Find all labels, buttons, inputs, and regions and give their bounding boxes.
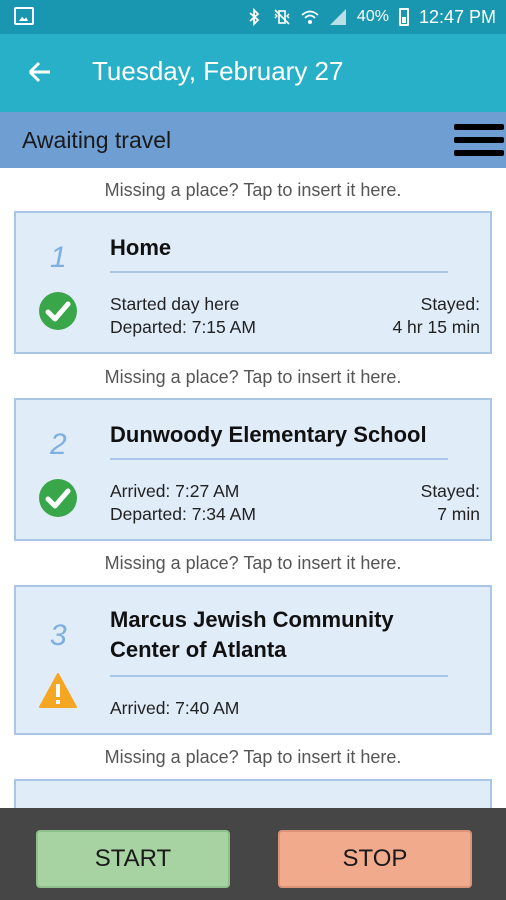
clock: 12:47 PM	[418, 6, 496, 27]
stay-duration: Stayed: 7 min	[421, 480, 480, 526]
divider	[110, 271, 448, 273]
bluetooth-icon	[245, 7, 263, 27]
place-number: 3	[50, 619, 67, 652]
stay-value: 7 min	[437, 504, 480, 524]
hamburger-menu-icon[interactable]	[454, 122, 504, 160]
place-number: 2	[50, 428, 67, 461]
insert-place-link[interactable]: Missing a place? Tap to insert it here.	[0, 180, 506, 201]
battery-percent: 40%	[356, 8, 389, 25]
place-card[interactable]: 3 Marcus Jewish Community Center of Atla…	[14, 585, 492, 735]
place-card[interactable]: 2 Dunwoody Elementary School Arrived: 7:…	[14, 398, 492, 541]
place-details: Arrived: 7:40 AM	[110, 697, 239, 720]
place-name: Home	[110, 235, 172, 260]
wifi-icon	[301, 8, 319, 26]
detail-line: Arrived: 7:27 AM	[110, 481, 240, 501]
status-icons: 40% 12:47 PM	[245, 0, 496, 34]
start-button[interactable]: START	[36, 830, 230, 888]
place-name: Dunwoody Elementary School	[110, 422, 427, 447]
divider	[110, 675, 448, 677]
stay-duration: Stayed: 4 hr 15 min	[392, 293, 480, 339]
detail-line: Arrived: 7:40 AM	[110, 698, 240, 718]
section-title: Awaiting travel	[22, 127, 172, 153]
stop-button[interactable]: STOP	[278, 830, 472, 888]
insert-place-link[interactable]: Missing a place? Tap to insert it here.	[0, 367, 506, 388]
detail-line: Started day here	[110, 294, 240, 314]
insert-place-link[interactable]: Missing a place? Tap to insert it here.	[0, 553, 506, 574]
place-details: Arrived: 7:27 AM Departed: 7:34 AM	[110, 480, 256, 526]
status-bar: 40% 12:47 PM	[0, 0, 506, 34]
section-header: Awaiting travel	[0, 112, 506, 168]
stay-label: Stayed:	[420, 481, 480, 501]
place-number: 1	[50, 241, 67, 274]
insert-place-link[interactable]: Missing a place? Tap to insert it here.	[0, 747, 506, 768]
warning-icon	[38, 671, 78, 711]
stay-label: Stayed:	[420, 294, 480, 314]
battery-icon	[398, 8, 409, 26]
place-details: Started day here Departed: 7:15 AM	[110, 293, 256, 339]
check-circle-icon	[38, 291, 78, 331]
cellular-signal-icon	[329, 8, 347, 26]
app-bar: Tuesday, February 27	[0, 34, 506, 112]
gallery-notification-icon	[14, 7, 34, 25]
detail-line: Departed: 7:15 AM	[110, 317, 256, 337]
place-card[interactable]: 1 Home Started day here Departed: 7:15 A…	[14, 211, 492, 354]
stay-value: 4 hr 15 min	[392, 317, 480, 337]
detail-line: Departed: 7:34 AM	[110, 504, 256, 524]
page-title: Tuesday, February 27	[92, 56, 344, 86]
divider	[110, 458, 448, 460]
check-circle-icon	[38, 478, 78, 518]
place-name-line: Marcus Jewish Community	[110, 607, 394, 632]
bottom-action-bar: START STOP	[0, 808, 506, 900]
back-arrow-icon[interactable]	[26, 58, 54, 86]
place-name: Marcus Jewish Community Center of Atlant…	[110, 605, 394, 665]
place-name-line: Center of Atlanta	[110, 637, 287, 662]
vibrate-mute-icon	[273, 8, 291, 26]
